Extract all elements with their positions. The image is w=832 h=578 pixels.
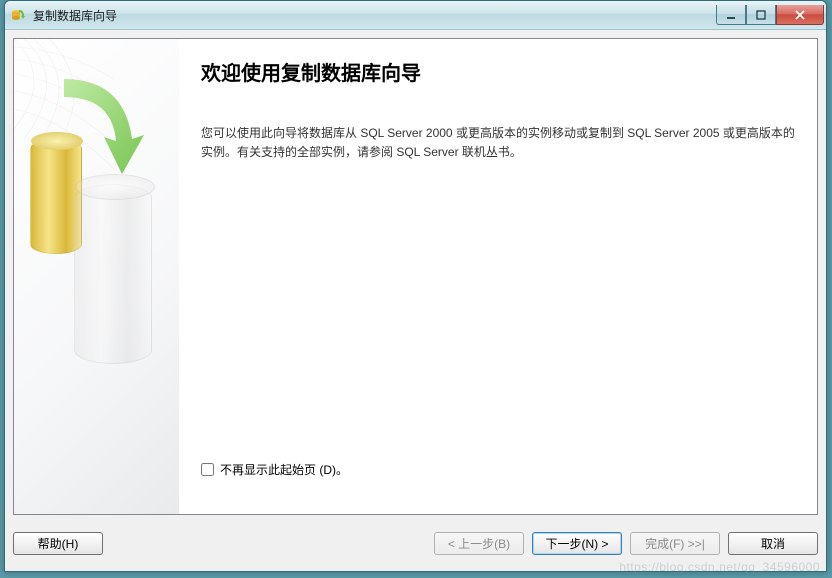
back-button: < 上一步(B) (434, 532, 524, 555)
window-controls (716, 5, 824, 25)
maximize-button[interactable] (746, 5, 776, 25)
gray-cylinder-icon (74, 184, 152, 364)
page-heading: 欢迎使用复制数据库向导 (201, 57, 797, 86)
dont-show-again-row[interactable]: 不再显示此起始页 (D)。 (201, 461, 348, 478)
content-panel: 欢迎使用复制数据库向导 您可以使用此向导将数据库从 SQL Server 200… (13, 38, 818, 515)
wizard-window: 复制数据库向导 (4, 0, 827, 572)
dont-show-again-label: 不再显示此起始页 (D)。 (220, 461, 348, 478)
help-button[interactable]: 帮助(H) (13, 532, 103, 555)
finish-button: 完成(F) >>| (630, 532, 720, 555)
minimize-button[interactable] (716, 5, 746, 25)
titlebar[interactable]: 复制数据库向导 (5, 1, 826, 30)
next-button[interactable]: 下一步(N) > (532, 532, 622, 555)
cancel-button[interactable]: 取消 (728, 532, 818, 555)
green-arrow-icon (44, 69, 154, 184)
dont-show-again-checkbox[interactable] (201, 463, 214, 476)
button-bar: 帮助(H) < 上一步(B) 下一步(N) > 完成(F) >>| 取消 (13, 523, 818, 563)
nav-button-group: < 上一步(B) 下一步(N) > 完成(F) >>| 取消 (434, 532, 818, 555)
client-area: 欢迎使用复制数据库向导 您可以使用此向导将数据库从 SQL Server 200… (5, 30, 826, 571)
window-title: 复制数据库向导 (33, 7, 716, 24)
main-panel: 欢迎使用复制数据库向导 您可以使用此向导将数据库从 SQL Server 200… (179, 39, 817, 514)
wizard-sidebar-graphic (14, 39, 179, 514)
close-button[interactable] (776, 5, 824, 25)
app-icon (11, 7, 27, 23)
page-description: 您可以使用此向导将数据库从 SQL Server 2000 或更高版本的实例移动… (201, 124, 797, 162)
